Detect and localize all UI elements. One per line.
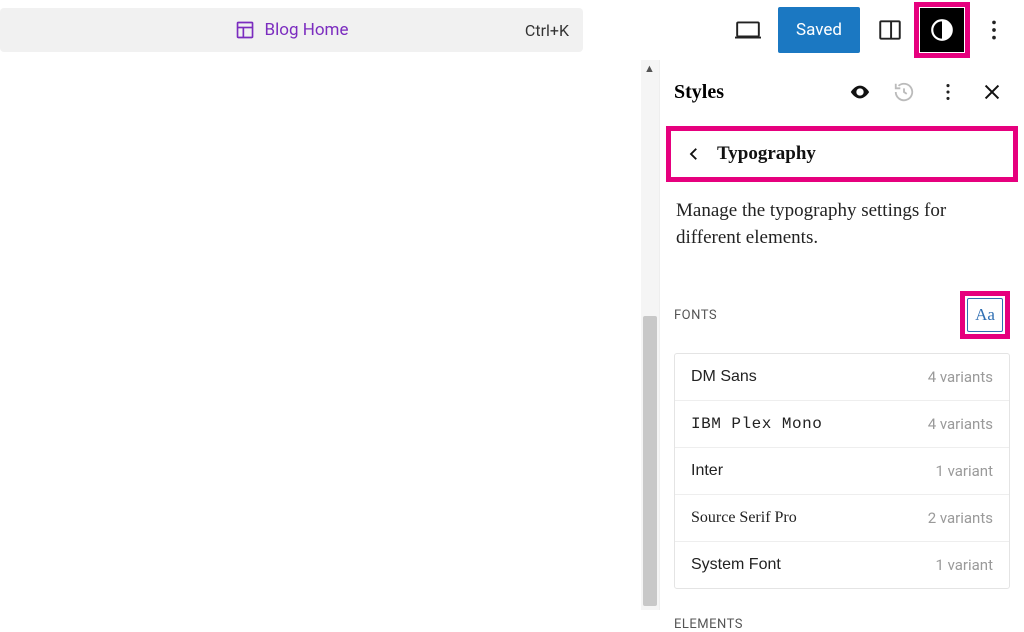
typography-description: Manage the typography settings for diffe…	[676, 198, 1008, 251]
eye-icon	[849, 81, 871, 103]
revisions-button[interactable]	[886, 74, 922, 110]
more-vertical-icon	[937, 81, 959, 103]
font-variants: 4 variants	[928, 368, 993, 386]
fonts-header: FONTS Aa	[674, 291, 1010, 339]
style-book-button[interactable]	[842, 74, 878, 110]
document-bar[interactable]: Blog Home Ctrl+K	[0, 8, 583, 52]
scrollbar[interactable]: ▲	[641, 60, 659, 610]
font-name: DM Sans	[691, 368, 757, 386]
template-icon	[235, 20, 255, 40]
font-name: System Font	[691, 556, 781, 574]
scrollbar-thumb[interactable]	[643, 316, 657, 606]
save-button[interactable]: Saved	[778, 7, 860, 53]
font-name: Inter	[691, 462, 723, 480]
styles-toggle-button[interactable]	[920, 8, 964, 52]
typography-nav[interactable]: Typography	[677, 139, 1007, 169]
typography-nav-highlight: Typography	[666, 126, 1018, 182]
font-variants: 2 variants	[928, 509, 993, 527]
font-name: Source Serif Pro	[691, 509, 797, 527]
more-options-button[interactable]	[972, 8, 1016, 52]
document-title[interactable]: Blog Home	[235, 20, 349, 40]
sidebar-more-button[interactable]	[930, 74, 966, 110]
chevron-left-icon	[685, 145, 703, 163]
more-vertical-icon	[981, 17, 1007, 43]
close-sidebar-button[interactable]	[974, 74, 1010, 110]
elements-heading: ELEMENTS	[674, 617, 1010, 632]
font-variants: 4 variants	[928, 415, 993, 433]
font-list: DM Sans 4 variants IBM Plex Mono 4 variants…	[674, 353, 1010, 589]
settings-panel-button[interactable]	[868, 8, 912, 52]
font-name: IBM Plex Mono	[691, 415, 822, 433]
sidebar-title: Styles	[674, 81, 724, 104]
fonts-heading: FONTS	[674, 308, 717, 323]
document-title-text: Blog Home	[265, 20, 349, 40]
history-icon	[893, 81, 915, 103]
font-variants: 1 variant	[935, 462, 993, 480]
scroll-up-arrow[interactable]: ▲	[644, 62, 655, 75]
font-row[interactable]: Inter 1 variant	[675, 448, 1009, 495]
font-row[interactable]: Source Serif Pro 2 variants	[675, 495, 1009, 542]
close-icon	[981, 81, 1003, 103]
sidebar-header: Styles	[674, 74, 1010, 110]
main-area: ▲ Styles	[0, 60, 1024, 610]
typography-label: Typography	[717, 143, 816, 165]
font-row[interactable]: DM Sans 4 variants	[675, 354, 1009, 401]
styles-contrast-icon	[929, 17, 955, 43]
font-library-button[interactable]: Aa	[967, 298, 1003, 332]
top-toolbar: Blog Home Ctrl+K Saved	[0, 0, 1024, 60]
panel-icon	[877, 17, 903, 43]
styles-sidebar: Styles	[659, 60, 1024, 610]
font-row[interactable]: System Font 1 variant	[675, 542, 1009, 588]
font-row[interactable]: IBM Plex Mono 4 variants	[675, 401, 1009, 448]
shortcut-hint: Ctrl+K	[525, 21, 569, 40]
desktop-icon	[735, 17, 761, 43]
view-desktop-button[interactable]	[726, 8, 770, 52]
editor-canvas[interactable]: ▲	[0, 60, 659, 610]
font-library-highlight: Aa	[960, 291, 1010, 339]
font-variants: 1 variant	[935, 556, 993, 574]
